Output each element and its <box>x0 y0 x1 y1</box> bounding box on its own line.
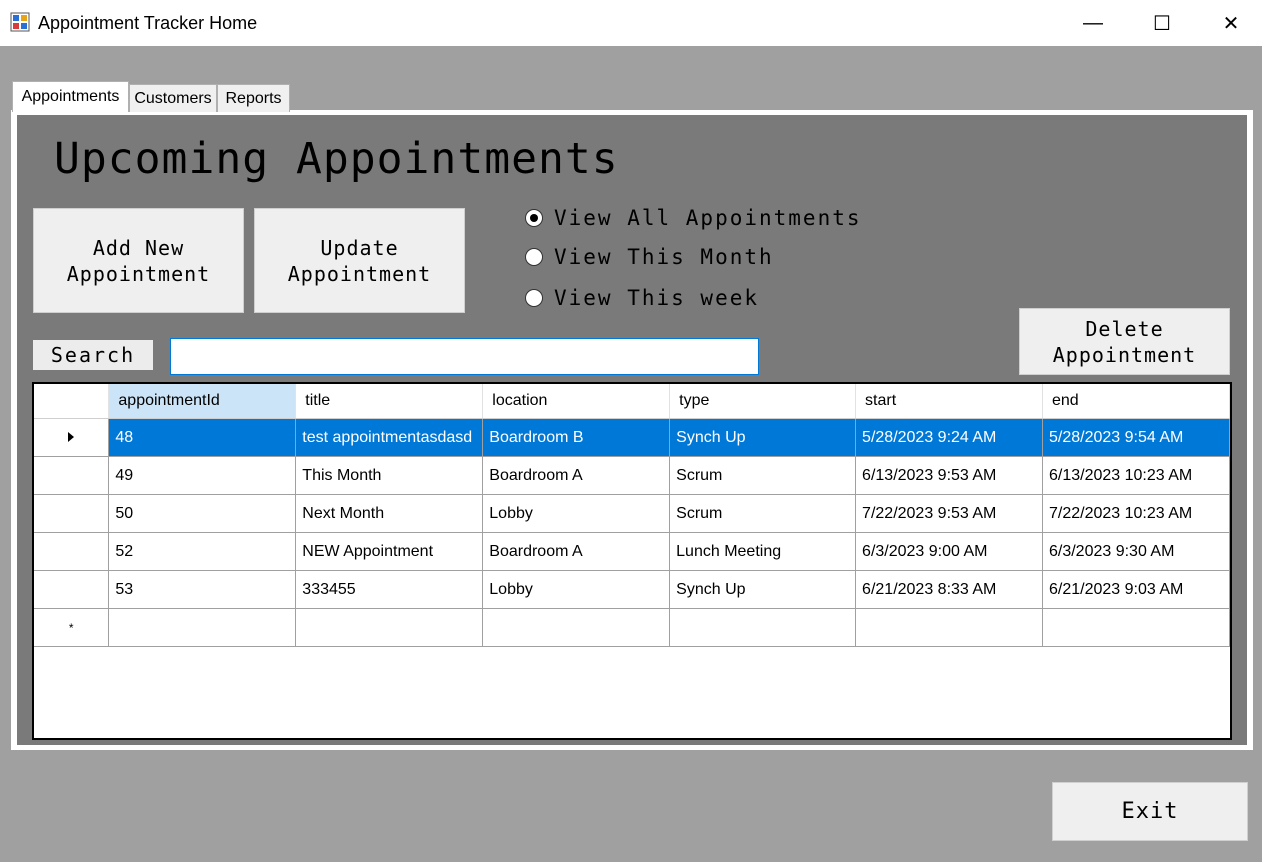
table-cell[interactable]: 48 <box>108 418 297 457</box>
minimize-button[interactable]: — <box>1058 0 1128 46</box>
table-row[interactable]: 52 NEW Appointment Boardroom A Lunch Mee… <box>34 532 1230 571</box>
radio-view-all[interactable]: View All Appointments <box>525 206 862 230</box>
table-cell[interactable]: 52 <box>108 532 297 571</box>
table-cell[interactable] <box>482 608 671 647</box>
table-cell[interactable]: Scrum <box>669 494 857 533</box>
delete-button-line1: Delete <box>1085 316 1164 341</box>
table-cell[interactable]: Boardroom B <box>482 418 671 457</box>
add-appointment-button[interactable]: Add New Appointment <box>33 208 244 313</box>
table-cell[interactable]: 53 <box>108 570 297 609</box>
new-row-marker: * <box>34 608 110 647</box>
table-cell[interactable]: 6/13/2023 9:53 AM <box>855 456 1043 495</box>
table-cell[interactable]: 5/28/2023 9:54 AM <box>1042 418 1230 457</box>
header-row: appointmentId title location type start … <box>34 384 1230 419</box>
app-icon <box>10 12 30 32</box>
row-header[interactable] <box>34 456 110 495</box>
row-header[interactable] <box>34 532 110 571</box>
radio-button[interactable] <box>525 248 543 266</box>
search-input[interactable] <box>170 338 759 375</box>
table-cell[interactable]: Synch Up <box>669 418 857 457</box>
table-cell[interactable]: 6/13/2023 10:23 AM <box>1042 456 1230 495</box>
table-cell[interactable]: 6/21/2023 9:03 AM <box>1042 570 1230 609</box>
window-title: Appointment Tracker Home <box>38 13 258 33</box>
table-cell[interactable]: Lobby <box>482 494 671 533</box>
corner-header[interactable] <box>34 384 110 419</box>
table-cell[interactable]: test appointmentasdasd <box>295 418 484 457</box>
row-header[interactable] <box>34 418 110 457</box>
column-header-appointmentid[interactable]: appointmentId <box>108 384 297 419</box>
add-button-line1: Add New <box>92 235 185 260</box>
radio-view-week[interactable]: View This week <box>525 286 759 310</box>
radio-view-month-label: View This Month <box>554 245 774 269</box>
table-cell[interactable]: 6/3/2023 9:30 AM <box>1042 532 1230 571</box>
table-cell[interactable]: Boardroom A <box>482 456 671 495</box>
radio-view-month[interactable]: View This Month <box>525 245 774 269</box>
table-cell[interactable]: 7/22/2023 9:53 AM <box>855 494 1043 533</box>
table-cell[interactable] <box>855 608 1043 647</box>
update-appointment-button[interactable]: Update Appointment <box>254 208 465 313</box>
table-row[interactable]: 50 Next Month Lobby Scrum 7/22/2023 9:53… <box>34 494 1230 533</box>
table-cell[interactable] <box>295 608 484 647</box>
column-header-location[interactable]: location <box>482 384 671 419</box>
add-button-line2: Appointment <box>66 261 211 286</box>
table-cell[interactable]: Lunch Meeting <box>669 532 857 571</box>
delete-button-line2: Appointment <box>1052 342 1197 367</box>
maximize-button[interactable]: ☐ <box>1127 0 1197 46</box>
tab-reports[interactable]: Reports <box>217 84 290 112</box>
column-header-end[interactable]: end <box>1042 384 1230 419</box>
table-row[interactable]: 53 333455 Lobby Synch Up 6/21/2023 8:33 … <box>34 570 1230 609</box>
radio-button-checked[interactable] <box>525 209 543 227</box>
radio-button[interactable] <box>525 289 543 307</box>
radio-view-week-label: View This week <box>554 286 760 310</box>
table-cell[interactable]: Next Month <box>295 494 484 533</box>
appointments-table: appointmentId title location type start … <box>34 384 1230 647</box>
close-button[interactable]: ✕ <box>1196 0 1262 46</box>
column-header-title[interactable]: title <box>295 384 484 419</box>
table-cell[interactable] <box>1042 608 1230 647</box>
tab-appointments[interactable]: Appointments <box>12 81 129 112</box>
update-button-line2: Appointment <box>287 261 432 286</box>
table-row[interactable]: 49 This Month Boardroom A Scrum 6/13/202… <box>34 456 1230 495</box>
table-cell[interactable]: Scrum <box>669 456 857 495</box>
table-cell[interactable]: Synch Up <box>669 570 857 609</box>
table-cell[interactable]: Boardroom A <box>482 532 671 571</box>
table-cell[interactable]: 7/22/2023 10:23 AM <box>1042 494 1230 533</box>
table-cell[interactable]: 6/21/2023 8:33 AM <box>855 570 1043 609</box>
table-cell[interactable]: 49 <box>108 456 297 495</box>
table-cell[interactable]: 50 <box>108 494 297 533</box>
page-title: Upcoming Appointments <box>54 134 619 184</box>
table-cell[interactable] <box>669 608 857 647</box>
table-cell[interactable]: NEW Appointment <box>295 532 484 571</box>
table-cell[interactable]: 333455 <box>295 570 484 609</box>
table-cell[interactable] <box>108 608 297 647</box>
radio-view-all-label: View All Appointments <box>554 206 862 230</box>
row-header[interactable] <box>34 494 110 533</box>
table-cell[interactable]: Lobby <box>482 570 671 609</box>
exit-button[interactable]: Exit <box>1052 782 1248 841</box>
current-row-arrow-icon <box>68 431 75 442</box>
row-header[interactable] <box>34 570 110 609</box>
tab-customers[interactable]: Customers <box>129 84 217 112</box>
column-header-start[interactable]: start <box>855 384 1043 419</box>
new-row[interactable]: * <box>34 608 1230 647</box>
table-cell[interactable]: 6/3/2023 9:00 AM <box>855 532 1043 571</box>
appointments-grid[interactable]: appointmentId title location type start … <box>32 382 1232 740</box>
delete-appointment-button[interactable]: Delete Appointment <box>1019 308 1230 375</box>
update-button-line1: Update <box>320 235 399 260</box>
column-header-type[interactable]: type <box>669 384 857 419</box>
search-label: Search <box>33 340 153 370</box>
table-cell[interactable]: This Month <box>295 456 484 495</box>
table-cell[interactable]: 5/28/2023 9:24 AM <box>855 418 1043 457</box>
table-row[interactable]: 48 test appointmentasdasd Boardroom B Sy… <box>34 418 1230 457</box>
title-bar: Appointment Tracker Home — ☐ ✕ <box>0 0 1262 46</box>
